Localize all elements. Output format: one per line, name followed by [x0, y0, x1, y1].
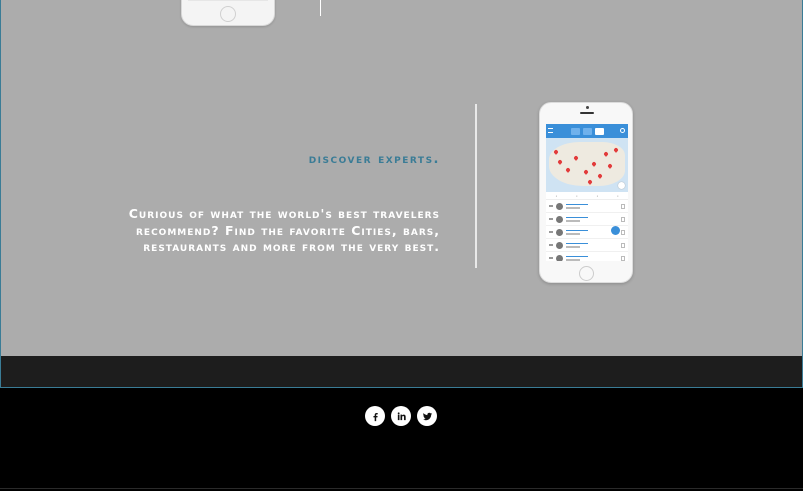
previous-phone-mockup: [181, 0, 275, 26]
expert-row: [546, 239, 628, 252]
list-tab: ▪: [576, 193, 578, 198]
app-map: [546, 138, 628, 192]
frame-border-left: [0, 0, 1, 388]
bookmark-icon: [621, 255, 625, 261]
map-icon: [582, 127, 592, 135]
phone-screen: ▪ ▪ ▪ ▪: [546, 124, 628, 261]
phone-mockup: ▪ ▪ ▪ ▪: [539, 102, 633, 283]
bookmark-icon: [621, 203, 625, 209]
phone-camera: [586, 106, 589, 109]
previous-phone-home-button: [220, 6, 236, 22]
feature-section: [1, 0, 802, 356]
avatar: [556, 254, 563, 261]
bookmark-icon: [621, 216, 625, 222]
feature-divider: [475, 104, 477, 268]
map-locate-icon: [618, 182, 625, 189]
feature-description: Curious of what the world's best travele…: [128, 206, 440, 254]
twitter-icon: [422, 412, 432, 420]
facebook-icon: [372, 412, 378, 421]
expert-row: [546, 213, 628, 226]
footer-rule: [0, 488, 803, 489]
phone-home-button: [579, 266, 594, 281]
search-icon: [620, 128, 625, 133]
list-tab: ▪: [617, 193, 619, 198]
list-icon: [570, 127, 580, 135]
app-top-bar: [546, 124, 628, 138]
avatar: [556, 215, 563, 223]
expert-row: [546, 252, 628, 261]
social-links: [365, 406, 437, 426]
expert-row: [546, 200, 628, 213]
linkedin-link[interactable]: [391, 406, 411, 426]
list-tab: ▪: [596, 193, 598, 198]
feature-headline: discover experts.: [308, 152, 440, 167]
linkedin-icon: [397, 411, 406, 420]
add-fab-icon: [611, 226, 620, 235]
menu-icon: [548, 128, 553, 133]
phone-speaker: [580, 112, 594, 114]
bookmark-icon: [621, 229, 625, 235]
previous-phone-screen: [188, 0, 268, 1]
dark-band: [1, 356, 802, 387]
avatar: [556, 241, 563, 249]
footer: [0, 388, 803, 491]
twitter-link[interactable]: [417, 406, 437, 426]
avatar: [556, 202, 563, 210]
bookmark-icon: [621, 242, 625, 248]
list-tab: ▪: [555, 193, 557, 198]
avatar: [556, 228, 563, 236]
list-tabs: ▪ ▪ ▪ ▪: [546, 192, 628, 200]
previous-section-divider: [320, 0, 321, 16]
profile-icon: [594, 127, 604, 135]
facebook-link[interactable]: [365, 406, 385, 426]
